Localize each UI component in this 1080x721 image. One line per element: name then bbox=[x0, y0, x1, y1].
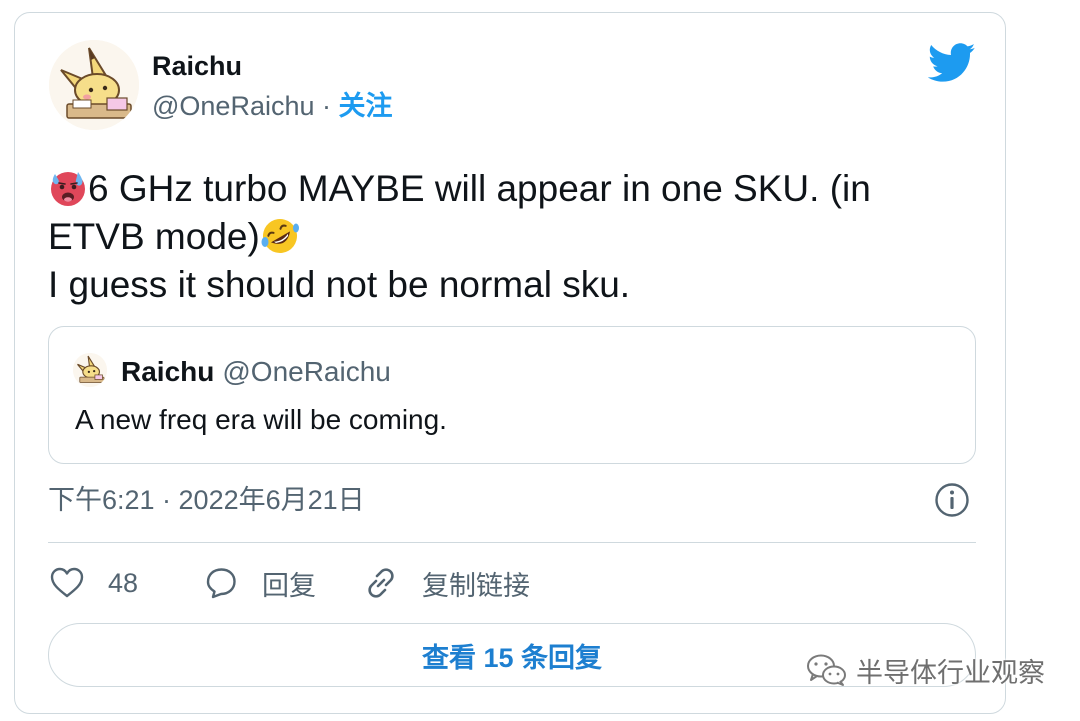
author-avatar[interactable] bbox=[49, 40, 139, 130]
divider bbox=[48, 542, 976, 543]
tweet-text-line-1: 6 GHz turbo MAYBE will appear in one SKU… bbox=[48, 165, 978, 213]
quoted-author-handle: @OneRaichu bbox=[222, 356, 391, 387]
tweet-text-line-3: I guess it should not be normal sku. bbox=[48, 264, 631, 305]
heart-icon bbox=[50, 567, 84, 598]
wechat-icon bbox=[807, 654, 846, 686]
hot-face-emoji-icon bbox=[51, 172, 85, 206]
quoted-author-row: Raichu @OneRaichu bbox=[121, 355, 391, 389]
tweet-text-line-2: ETVB mode) bbox=[48, 213, 978, 261]
quoted-tweet[interactable]: Raichu @OneRaichu A new freq era will be … bbox=[48, 326, 976, 464]
quoted-author-name: Raichu bbox=[121, 356, 215, 387]
twitter-bird-icon[interactable] bbox=[928, 43, 976, 83]
rolling-on-floor-laughing-emoji-icon bbox=[261, 219, 299, 253]
tweet-card: Raichu @OneRaichu · 关注 6 GHz turbo MAYBE… bbox=[14, 12, 1006, 714]
quoted-tweet-text: A new freq era will be coming. bbox=[75, 404, 447, 435]
copy-link-button[interactable]: 复制链接 bbox=[362, 561, 530, 605]
separator-dot: · bbox=[322, 91, 332, 121]
watermark: 半导体行业观察 bbox=[806, 650, 1045, 690]
reply-label: 回复 bbox=[262, 570, 316, 601]
follow-link[interactable]: 关注 bbox=[339, 91, 393, 121]
tweet-text: 6 GHz turbo MAYBE will appear in one SKU… bbox=[48, 165, 978, 309]
link-icon bbox=[368, 568, 394, 598]
author-handle-row: @OneRaichu · 关注 bbox=[152, 89, 393, 123]
tweet-text-line-2-label: ETVB mode) bbox=[48, 216, 260, 257]
author-handle[interactable]: @OneRaichu bbox=[152, 91, 315, 121]
quoted-author-avatar bbox=[73, 353, 107, 387]
info-icon[interactable] bbox=[933, 481, 971, 519]
like-count: 48 bbox=[108, 567, 139, 598]
author-name[interactable]: Raichu bbox=[152, 49, 242, 83]
action-bar: 48 回复 复制链接 bbox=[48, 561, 976, 605]
speech-bubble-icon bbox=[206, 568, 236, 599]
tweet-timestamp[interactable]: 下午6:21 · 2022年6月21日 bbox=[48, 483, 365, 517]
watermark-text: 半导体行业观察 bbox=[856, 657, 1045, 688]
like-button[interactable]: 48 bbox=[48, 561, 138, 605]
tweet-text-line-1-label: 6 GHz turbo MAYBE will appear in one SKU… bbox=[88, 168, 871, 209]
reply-button[interactable]: 回复 bbox=[202, 561, 316, 605]
copy-link-label: 复制链接 bbox=[422, 570, 530, 601]
